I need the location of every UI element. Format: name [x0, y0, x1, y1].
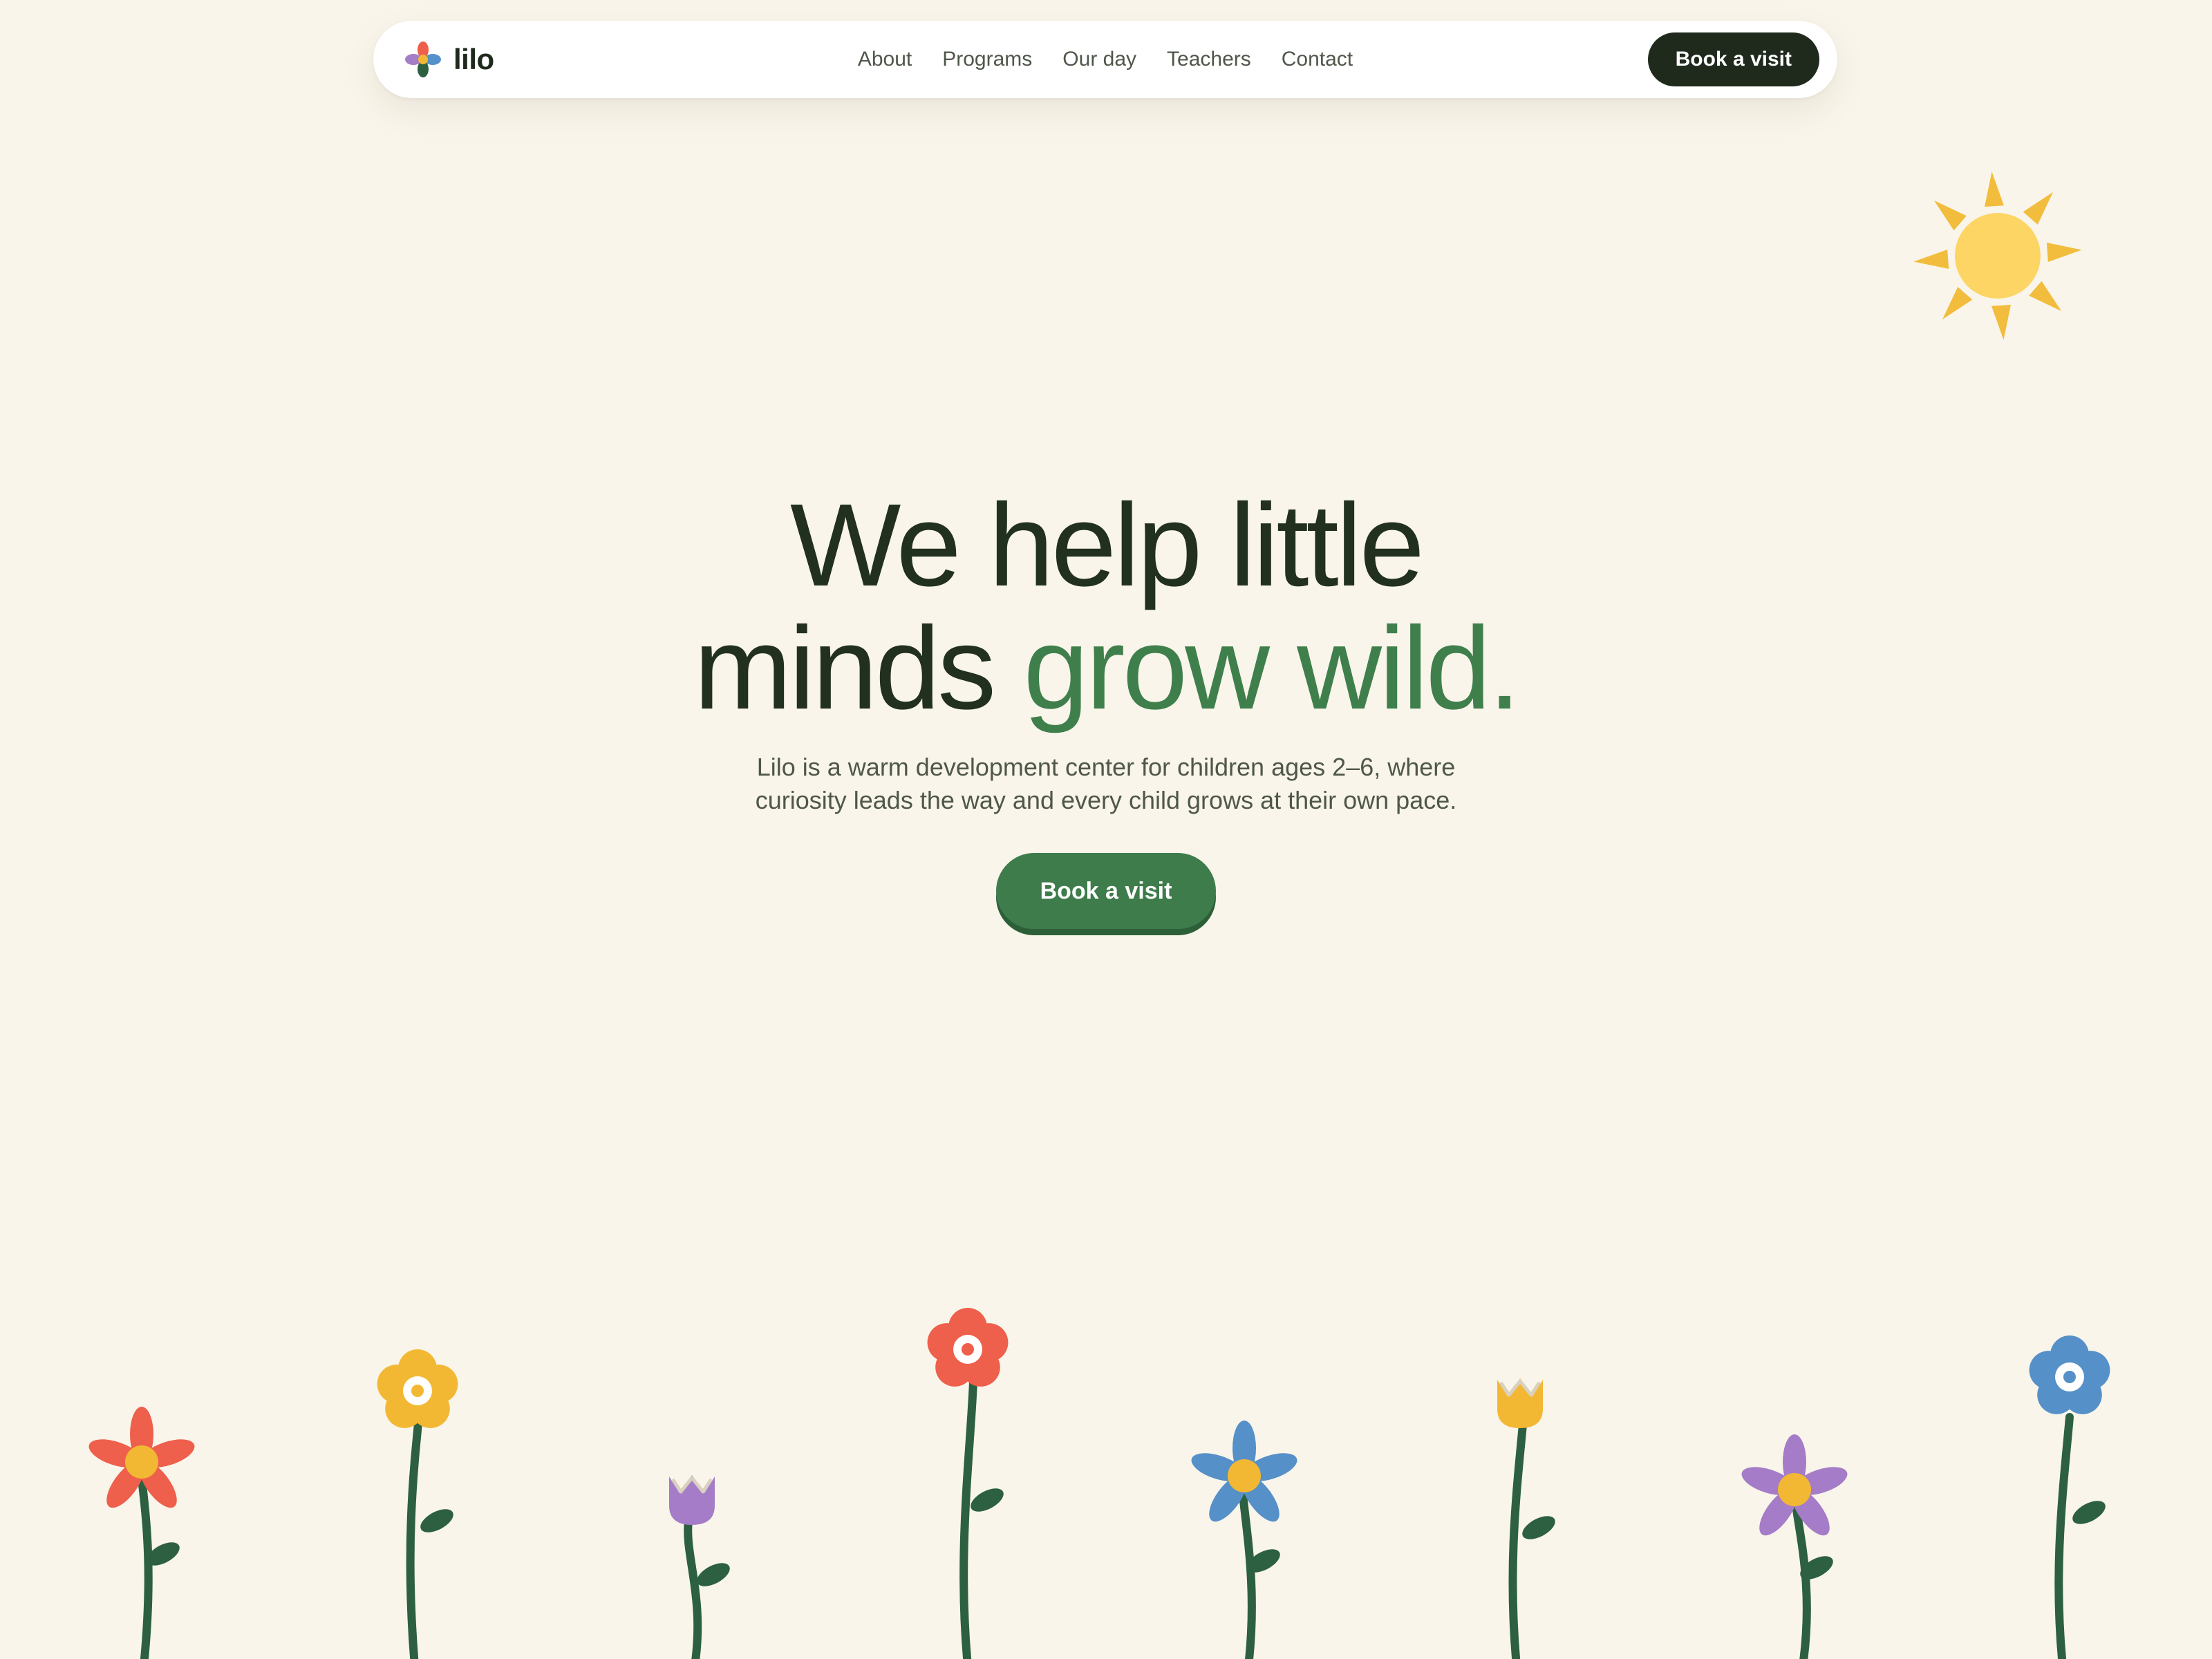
- sun-ray: [1991, 304, 2011, 340]
- leaf: [1522, 1516, 1555, 1539]
- hero-title-accent: grow wild.: [1023, 603, 1521, 734]
- sun-ray: [2046, 243, 2082, 262]
- brand[interactable]: lilo: [404, 39, 494, 80]
- nav-link-about[interactable]: About: [858, 48, 912, 71]
- flower-garden: [88, 1308, 2110, 1659]
- sun-ray: [1913, 250, 1949, 269]
- stem: [684, 1517, 702, 1659]
- sun-ray: [1933, 200, 1967, 231]
- red-blossom-flower: [927, 1308, 1009, 1387]
- sun-ray: [2029, 281, 2062, 312]
- nav-link-our-day[interactable]: Our day: [1062, 48, 1136, 71]
- nav-book-visit-button[interactable]: Book a visit: [1647, 32, 1819, 86]
- nav-link-contact[interactable]: Contact: [1282, 48, 1353, 71]
- nav-link-programs[interactable]: Programs: [942, 48, 1032, 71]
- hero-title: We help little minds grow wild.: [0, 484, 2212, 730]
- stem: [2054, 1413, 2074, 1659]
- leaf: [420, 1509, 453, 1533]
- blue-blossom-flower: [2029, 1335, 2110, 1414]
- sun-icon: [1913, 171, 2082, 340]
- yellow-tulip-flower: [1497, 1378, 1543, 1428]
- purple-daisy-flower: [1741, 1434, 1848, 1536]
- stem: [1508, 1413, 1528, 1659]
- nav-link-teachers[interactable]: Teachers: [1167, 48, 1251, 71]
- nav-links: About Programs Our day Teachers Contact: [373, 21, 1837, 98]
- hero: We help little minds grow wild. Lilo is …: [0, 484, 2212, 929]
- leaf: [971, 1488, 1004, 1512]
- leaf: [2072, 1501, 2106, 1524]
- hero-title-line2: minds: [693, 603, 1024, 734]
- stem: [406, 1399, 424, 1659]
- sun-ray: [1985, 171, 2004, 207]
- sun-ray: [1942, 287, 1973, 320]
- purple-tulip-flower: [669, 1475, 715, 1525]
- hero-subtitle: Lilo is a warm development center for ch…: [755, 753, 1457, 814]
- sun-ray: [2023, 191, 2054, 225]
- yellow-blossom-flower: [377, 1349, 458, 1428]
- stem: [959, 1378, 977, 1659]
- hero-title-line1: We help little: [789, 480, 1425, 611]
- brand-name: lilo: [453, 43, 494, 75]
- top-nav: lilo About Programs Our day Teachers Con…: [373, 21, 1837, 98]
- hero-book-visit-button[interactable]: Book a visit: [995, 853, 1217, 929]
- leaf: [697, 1563, 730, 1586]
- four-petal-flower-icon: [405, 41, 441, 77]
